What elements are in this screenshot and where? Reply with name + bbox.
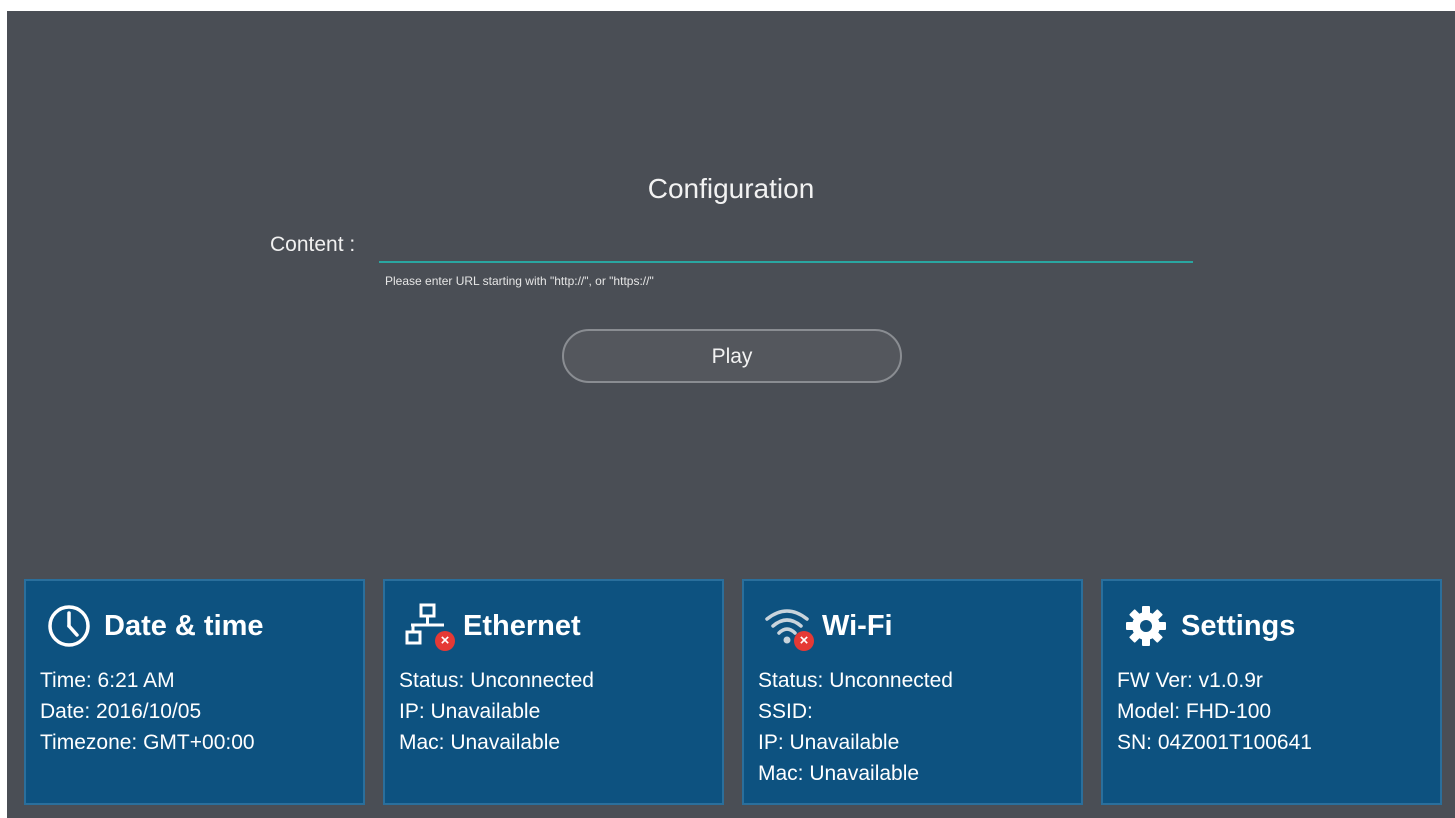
- ethernet-status-text: Status: Unconnected: [399, 669, 594, 692]
- settings-info: FW Ver: v1.0.9r Model: FHD-100 SN: 04Z00…: [1117, 665, 1312, 758]
- settings-card[interactable]: Settings FW Ver: v1.0.9r Model: FHD-100 …: [1101, 579, 1442, 805]
- date-time-info: Time: 6:21 AM Date: 2016/10/05 Timezone:…: [40, 665, 255, 758]
- timezone-text: Timezone: GMT+00:00: [40, 731, 255, 754]
- wifi-mac-text: Mac: Unavailable: [758, 762, 920, 785]
- fw-version-text: FW Ver: v1.0.9r: [1117, 669, 1263, 692]
- wifi-info: Status: Unconnected SSID: IP: Unavailabl…: [758, 665, 953, 789]
- date-time-title: Date & time: [104, 609, 264, 642]
- wifi-disconnected-icon: ×: [764, 603, 814, 651]
- page-title: Configuration: [647, 173, 815, 204]
- wifi-title: Wi-Fi: [822, 609, 893, 642]
- card-header: × Wi-Fi: [764, 603, 893, 651]
- card-header: × Ethernet: [405, 603, 581, 651]
- ethernet-ip-text: IP: Unavailable: [399, 700, 541, 723]
- ethernet-info: Status: Unconnected IP: Unavailable Mac:…: [399, 665, 594, 758]
- ethernet-disconnected-icon: ×: [405, 603, 455, 651]
- card-header: Date & time: [46, 603, 264, 649]
- gear-icon: [1123, 603, 1169, 649]
- card-header: Settings: [1123, 603, 1295, 649]
- serial-number-text: SN: 04Z001T100641: [1117, 731, 1312, 754]
- clock-icon: [46, 603, 92, 649]
- ethernet-title: Ethernet: [463, 609, 581, 642]
- model-text: Model: FHD-100: [1117, 700, 1272, 723]
- error-badge-icon: ×: [435, 631, 455, 651]
- ethernet-card[interactable]: × Ethernet Status: Unconnected IP: Unava…: [383, 579, 724, 805]
- play-button[interactable]: Play: [562, 329, 902, 383]
- wifi-ssid-text: SSID:: [758, 700, 813, 723]
- ethernet-mac-text: Mac: Unavailable: [399, 731, 561, 754]
- settings-title: Settings: [1181, 609, 1296, 642]
- content-label: Content :: [270, 233, 356, 256]
- date-time-card[interactable]: Date & time Time: 6:21 AM Date: 2016/10/…: [24, 579, 365, 805]
- wifi-ip-text: IP: Unavailable: [758, 731, 900, 754]
- wifi-card[interactable]: × Wi-Fi Status: Unconnected SSID: IP: Un…: [742, 579, 1083, 805]
- wifi-status-text: Status: Unconnected: [758, 669, 953, 692]
- content-url-input[interactable]: [379, 227, 1193, 263]
- url-hint: Please enter URL starting with "http://"…: [385, 274, 654, 288]
- date-text: Date: 2016/10/05: [40, 700, 202, 723]
- screen: Configuration Content : Please enter URL…: [7, 11, 1455, 818]
- error-badge-icon: ×: [794, 631, 814, 651]
- time-text: Time: 6:21 AM: [40, 669, 175, 692]
